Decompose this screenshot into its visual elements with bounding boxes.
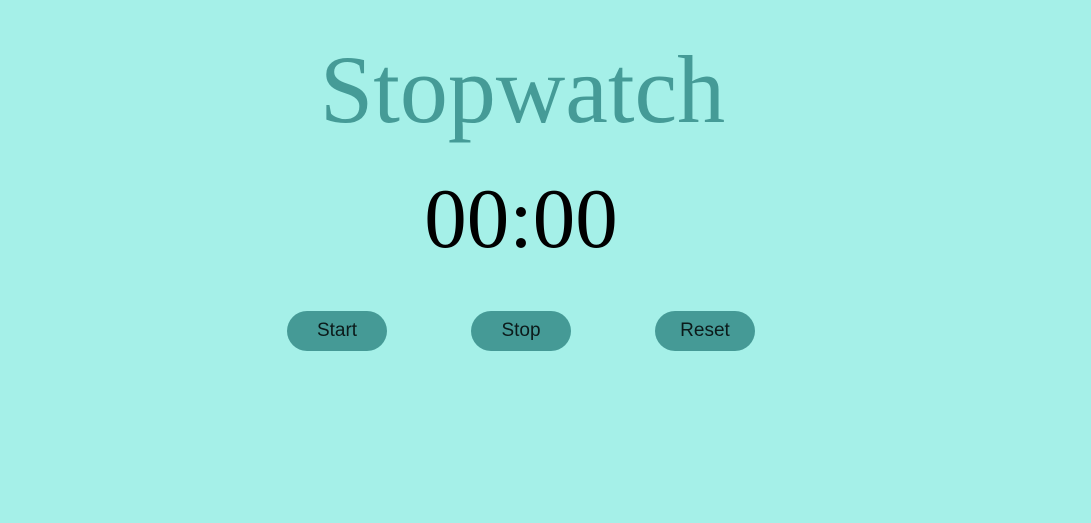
stop-button[interactable]: Stop xyxy=(471,311,571,351)
page-title: Stopwatch xyxy=(319,36,726,143)
time-display: 00:00 xyxy=(424,172,618,266)
reset-button[interactable]: Reset xyxy=(655,311,755,351)
start-button[interactable]: Start xyxy=(287,311,387,351)
